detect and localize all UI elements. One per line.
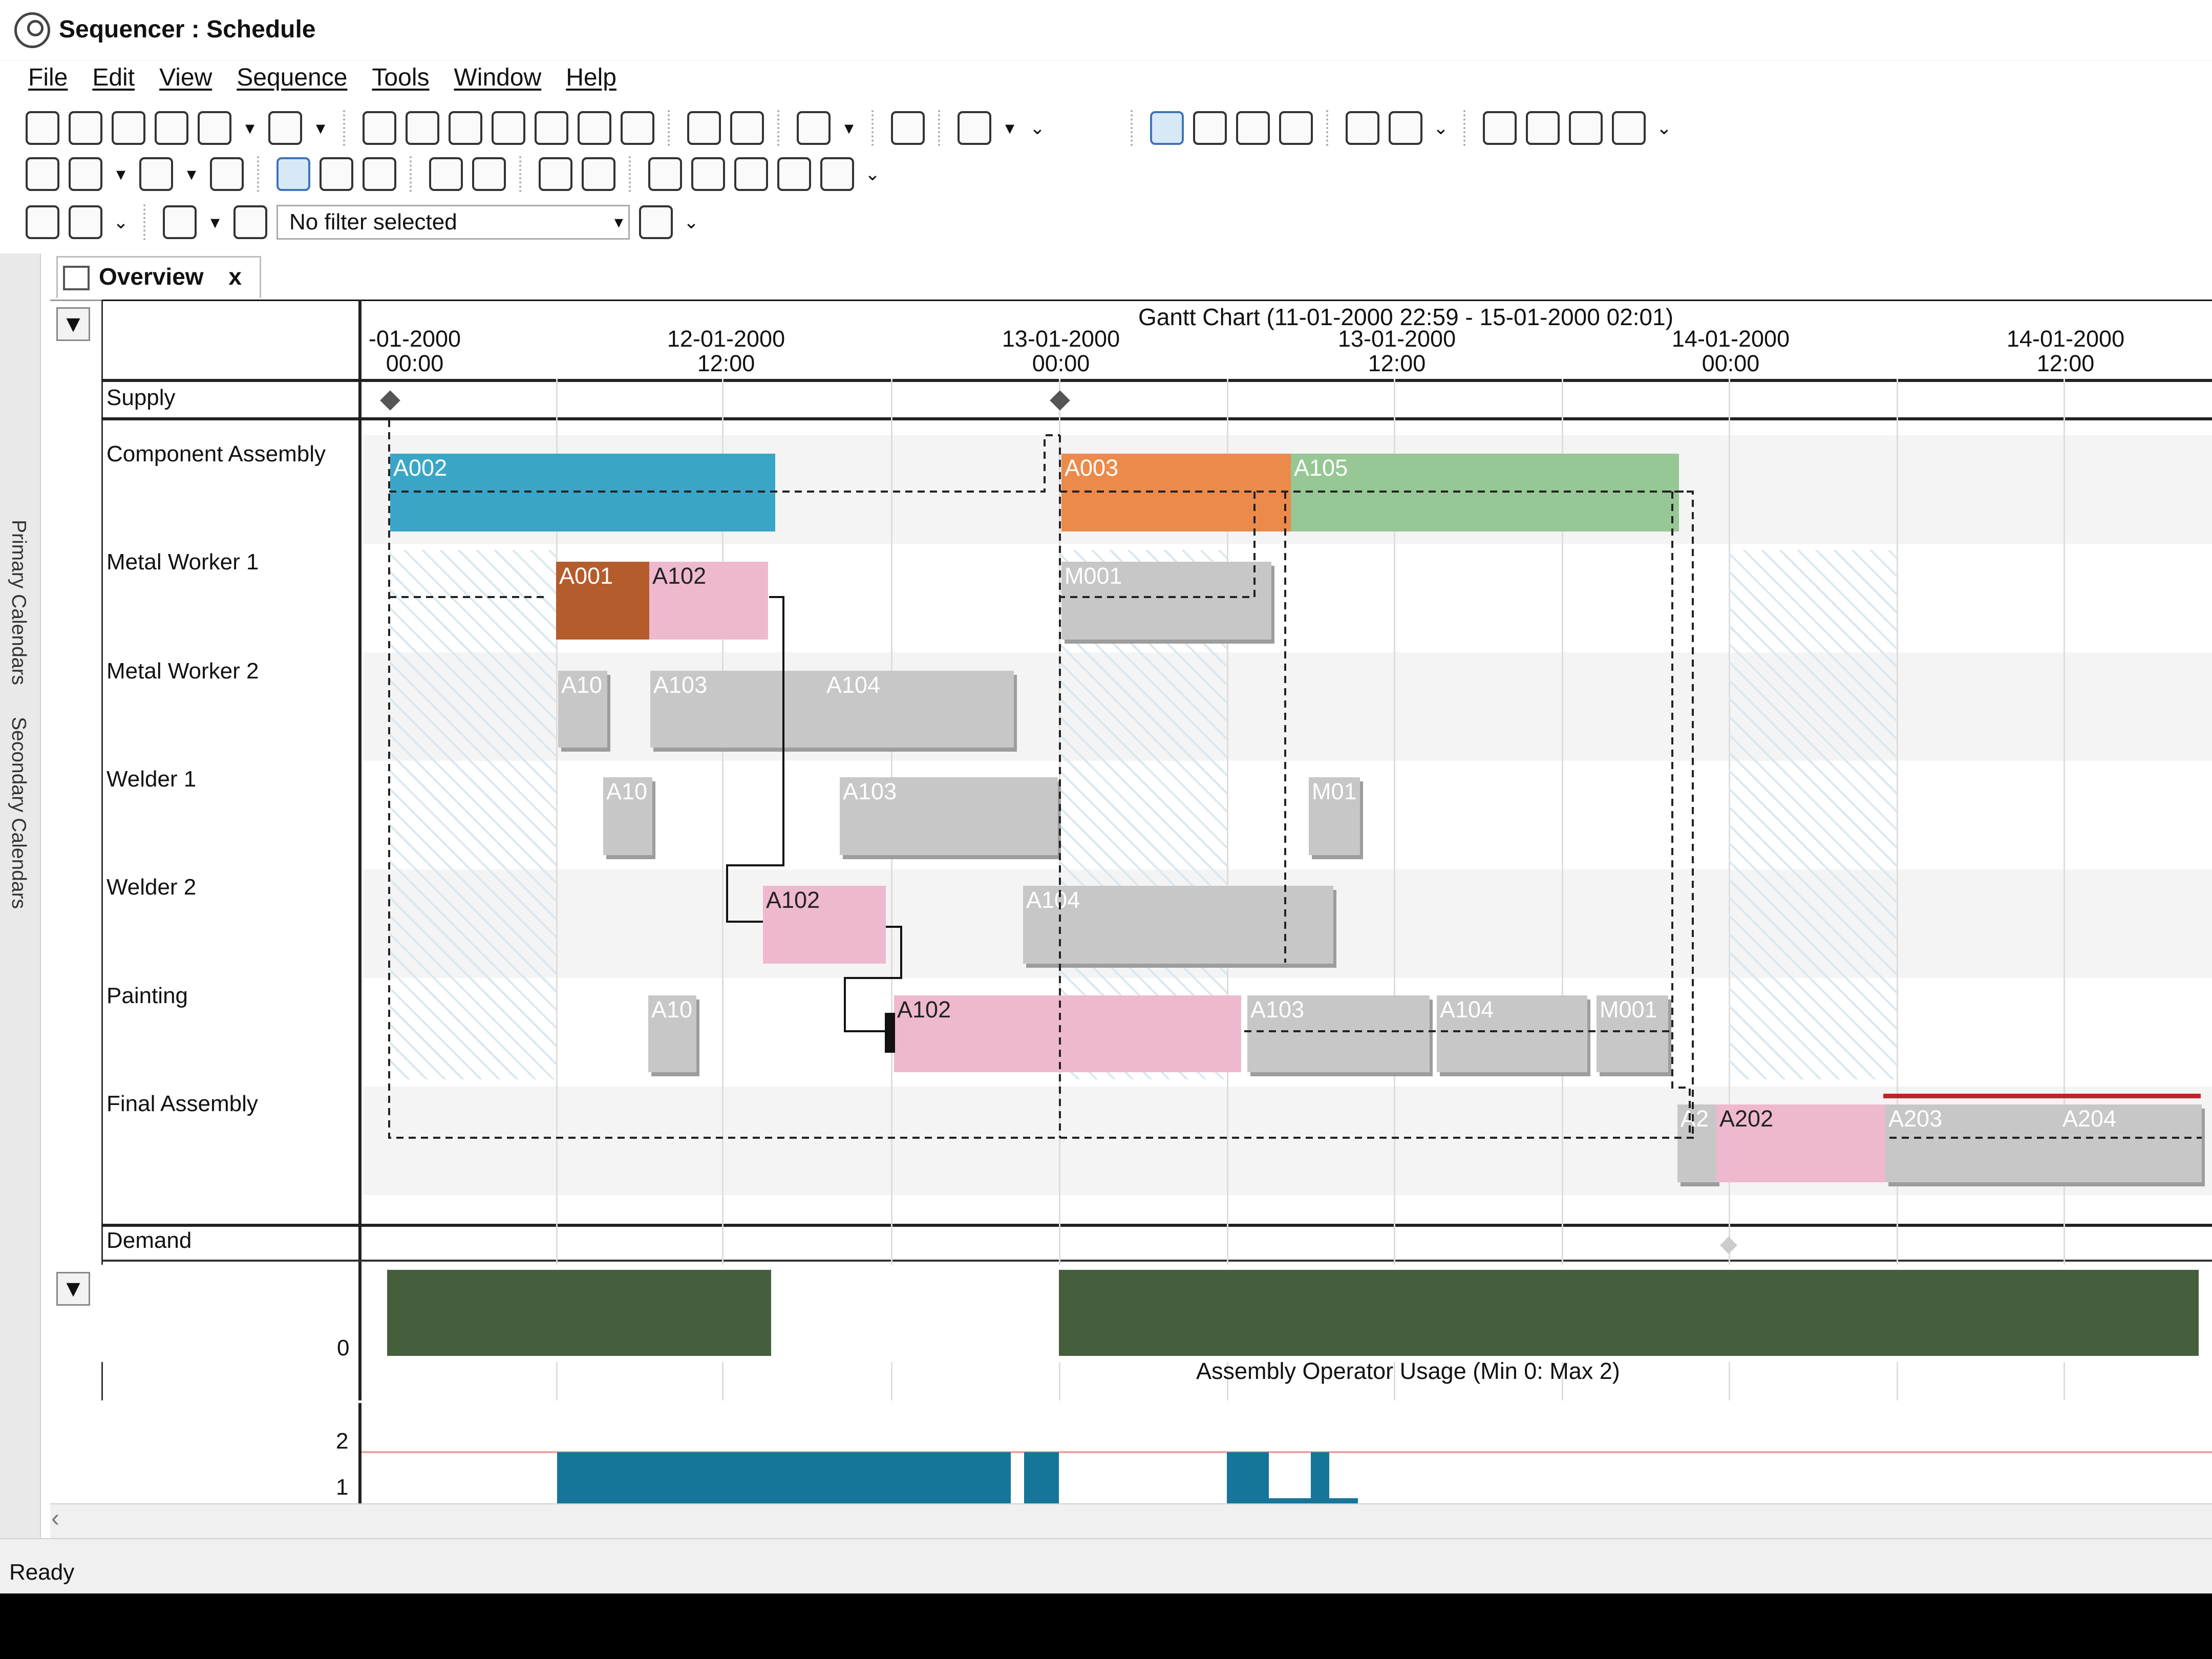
usage-bar[interactable] — [1059, 1270, 2199, 1356]
usage-axis-label: 2 — [336, 1429, 349, 1454]
usage-bar[interactable] — [1227, 1452, 1269, 1503]
resource-usage-lower — [101, 1400, 2212, 1508]
usage-axis — [358, 1403, 361, 1505]
status-bar: Ready — [0, 1538, 2212, 1593]
usage-axis-label: 1 — [336, 1475, 349, 1500]
usage-axis — [358, 1265, 361, 1362]
usage-bar[interactable] — [1311, 1452, 1329, 1503]
status-text: Ready — [9, 1560, 75, 1585]
horizontal-scrollbar[interactable] — [50, 1503, 2212, 1540]
usage-bar[interactable] — [1227, 1498, 1358, 1503]
usage-title: Assembly Operator Usage (Min 0: Max 2) — [1196, 1358, 1620, 1384]
usage-axis-label: 0 — [337, 1335, 350, 1360]
usage-bar[interactable] — [557, 1452, 1011, 1503]
scroll-left-icon[interactable]: ‹ — [51, 1504, 77, 1535]
usage-bar[interactable] — [1024, 1452, 1059, 1503]
usage-bar[interactable] — [387, 1270, 771, 1356]
